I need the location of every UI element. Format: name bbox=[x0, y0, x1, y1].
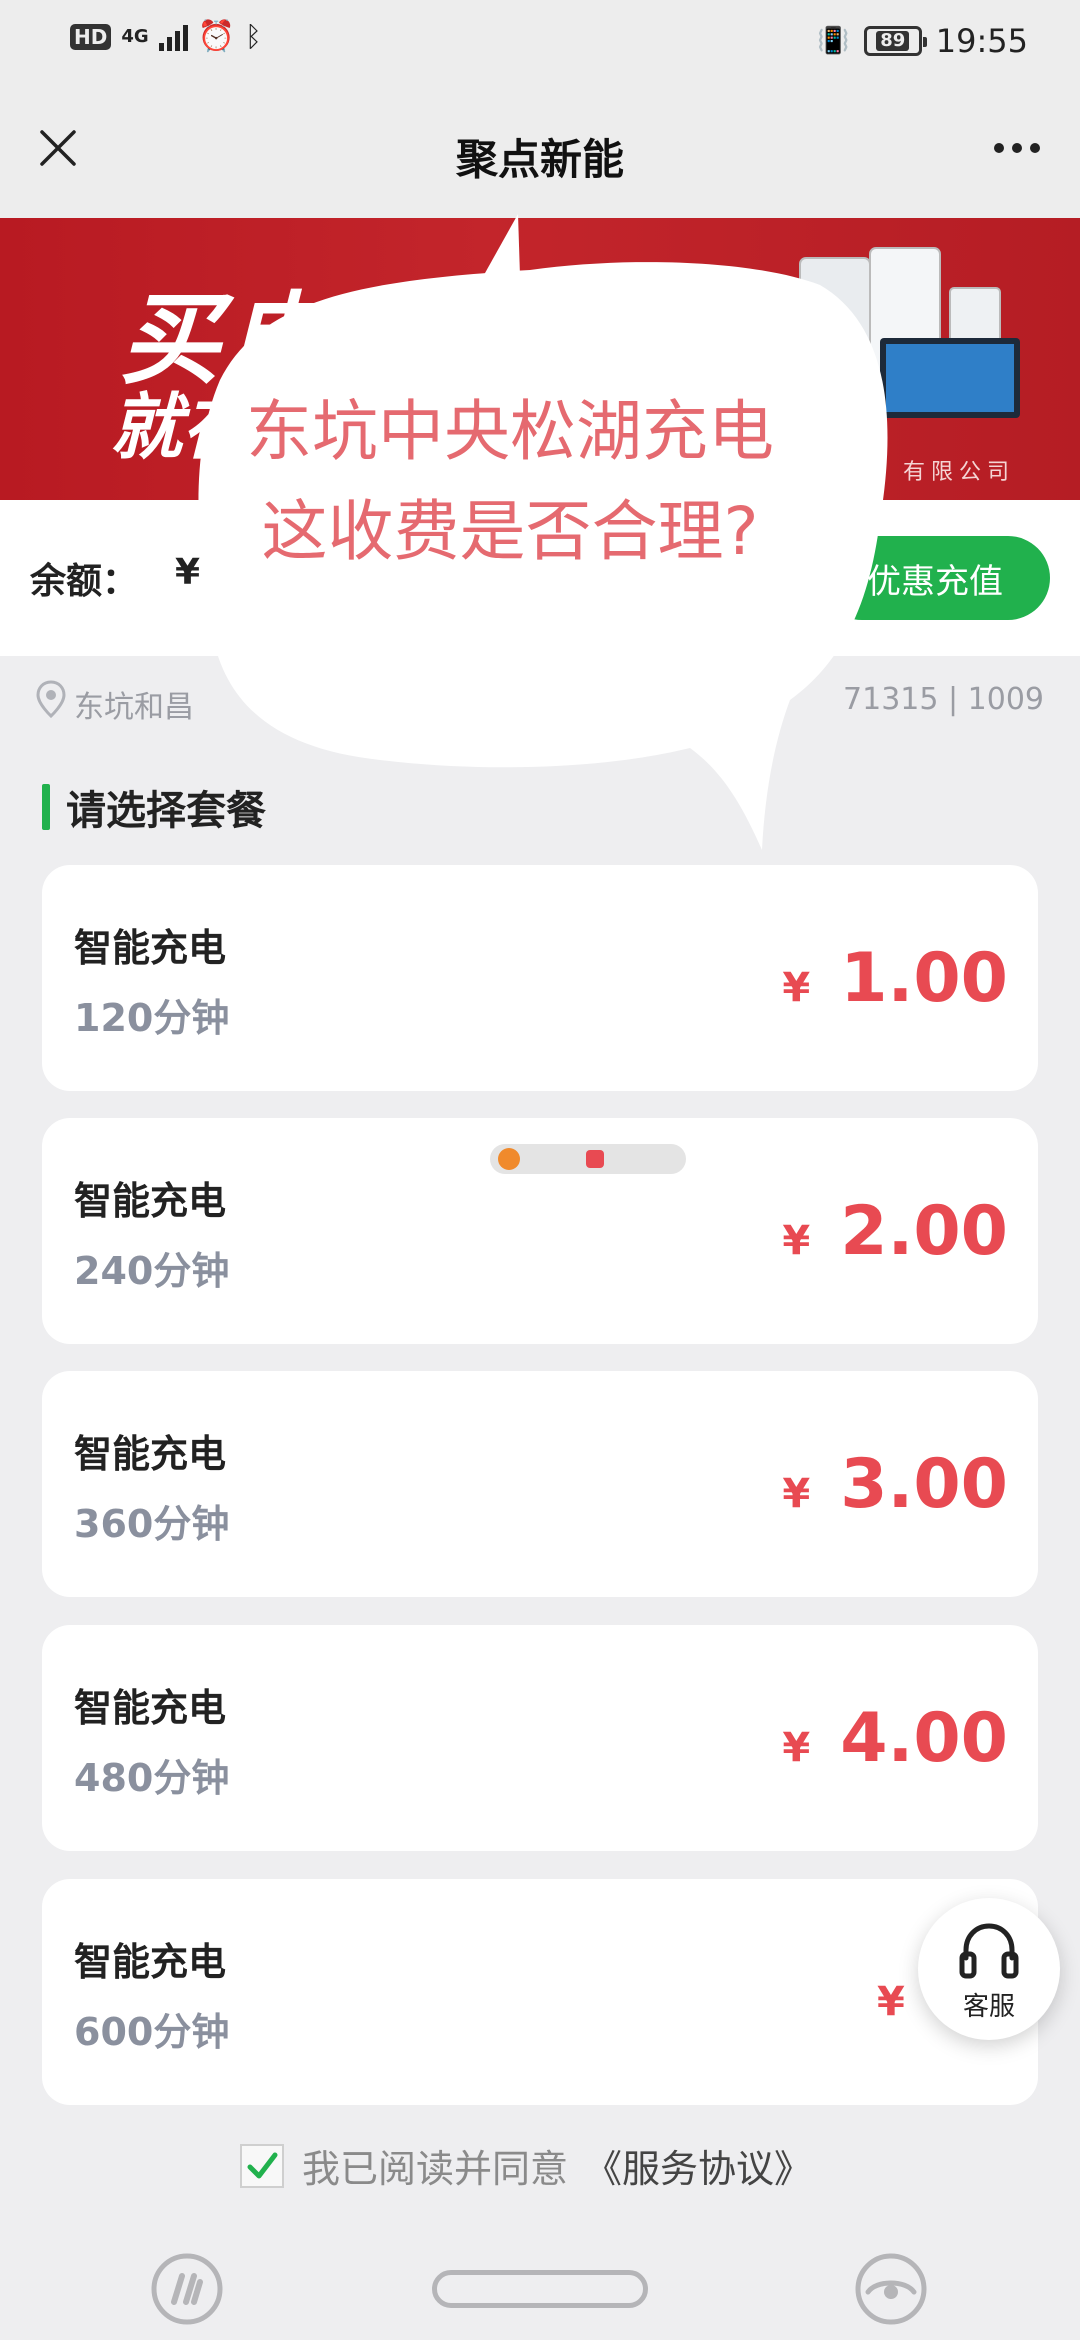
package-price: ¥ 3.00 bbox=[782, 1445, 1008, 1524]
balance-label: 余额： bbox=[30, 561, 139, 602]
banner-company: 有限公司 bbox=[902, 460, 1015, 485]
agreement-checkbox[interactable] bbox=[240, 2143, 284, 2188]
watermark-logo-icon bbox=[498, 1148, 520, 1170]
currency-symbol: ¥ bbox=[782, 1471, 811, 1517]
system-navigation-bar bbox=[0, 2228, 1080, 2340]
package-price: ¥ 2.00 bbox=[782, 1192, 1008, 1271]
package-name: 智能充电 bbox=[74, 1179, 227, 1223]
signal-icon bbox=[158, 23, 188, 51]
package-name: 智能充电 bbox=[74, 1432, 227, 1476]
status-right: 📳 89 19:55 bbox=[817, 22, 1028, 60]
package-duration: 600分钟 bbox=[74, 2010, 230, 2054]
station-name: 东坑和昌 bbox=[74, 690, 194, 725]
watermark-logo-icon bbox=[586, 1150, 604, 1168]
alarm-icon: ⏰ bbox=[197, 19, 236, 54]
package-name: 智能充电 bbox=[74, 1686, 227, 1730]
eye-care-icon[interactable] bbox=[854, 2252, 928, 2326]
status-bar: HD 4G ⏰ ᛒ 📳 89 19:55 bbox=[0, 0, 1080, 90]
more-dot-icon bbox=[1030, 143, 1040, 153]
price-amount: 1.00 bbox=[840, 939, 1008, 1018]
price-amount: 3.00 bbox=[840, 1445, 1008, 1524]
headset-icon bbox=[959, 1923, 1019, 1979]
more-dot-icon bbox=[1012, 143, 1022, 153]
battery-level: 89 bbox=[876, 31, 910, 51]
vibrate-icon: 📳 bbox=[817, 26, 850, 56]
package-price: ¥ 4.00 bbox=[782, 1699, 1008, 1778]
check-icon bbox=[247, 2152, 278, 2178]
status-left: HD 4G ⏰ ᛒ bbox=[70, 22, 262, 52]
package-card[interactable]: 智能充电 120分钟 ¥ 1.00 bbox=[42, 865, 1038, 1091]
agreement-text: 我已阅读并同意 bbox=[302, 2147, 569, 2191]
section-accent-bar bbox=[42, 784, 50, 830]
station-info: 东坑和昌 71315 | 1009 bbox=[0, 656, 1080, 746]
package-duration: 480分钟 bbox=[74, 1756, 230, 1800]
more-dot-icon bbox=[994, 143, 1004, 153]
currency-symbol: ¥ bbox=[782, 1218, 811, 1264]
package-name: 智能充电 bbox=[74, 926, 227, 970]
currency-symbol: ¥ bbox=[877, 1979, 905, 2025]
bluetooth-icon: ᛒ bbox=[245, 20, 262, 53]
package-card[interactable]: 智能充电 480分钟 ¥ 4.00 bbox=[42, 1625, 1038, 1851]
more-options-button[interactable] bbox=[982, 120, 1052, 176]
watermark bbox=[490, 1144, 686, 1174]
title-bar: 聚点新能 bbox=[0, 90, 1080, 218]
package-duration: 240分钟 bbox=[74, 1249, 230, 1293]
section-title: 请选择套餐 bbox=[66, 788, 266, 834]
assistant-icon[interactable] bbox=[150, 2252, 224, 2326]
customer-service-button[interactable]: 客服 bbox=[918, 1898, 1060, 2040]
package-card[interactable]: 智能充电 600分钟 ¥ 5. bbox=[42, 1879, 1038, 2105]
package-duration: 120分钟 bbox=[74, 996, 230, 1040]
battery-icon: 89 bbox=[863, 26, 927, 56]
package-price: ¥ 1.00 bbox=[782, 939, 1008, 1018]
customer-service-label: 客服 bbox=[962, 1992, 1015, 2022]
page-title: 聚点新能 bbox=[455, 135, 624, 184]
hd-indicator: HD bbox=[70, 24, 112, 50]
package-name: 智能充电 bbox=[74, 1940, 227, 1984]
balance-value: ¥ bbox=[175, 552, 201, 593]
station-code: 71315 | 1009 bbox=[843, 682, 1044, 717]
price-amount: 2.00 bbox=[840, 1192, 1008, 1271]
price-amount: 4.00 bbox=[840, 1699, 1008, 1778]
currency-symbol: ¥ bbox=[782, 965, 811, 1011]
currency-symbol: ¥ bbox=[782, 1725, 811, 1771]
agreement-row: 我已阅读并同意 《服务协议》 bbox=[240, 2138, 812, 2193]
clock: 19:55 bbox=[935, 22, 1028, 60]
overlay-question: 东坑中央松湖充电这收费是否合理? bbox=[246, 393, 774, 570]
location-pin-icon bbox=[36, 680, 66, 718]
service-agreement-link[interactable]: 《服务协议》 bbox=[584, 2138, 812, 2193]
network-type: 4G bbox=[121, 26, 149, 47]
section-header: 请选择套餐 bbox=[42, 778, 266, 836]
package-duration: 360分钟 bbox=[74, 1502, 230, 1546]
home-gesture-bar[interactable] bbox=[432, 2270, 648, 2308]
recharge-button[interactable]: 优惠充值 bbox=[820, 536, 1050, 620]
package-card[interactable]: 智能充电 360分钟 ¥ 3.00 bbox=[42, 1371, 1038, 1597]
